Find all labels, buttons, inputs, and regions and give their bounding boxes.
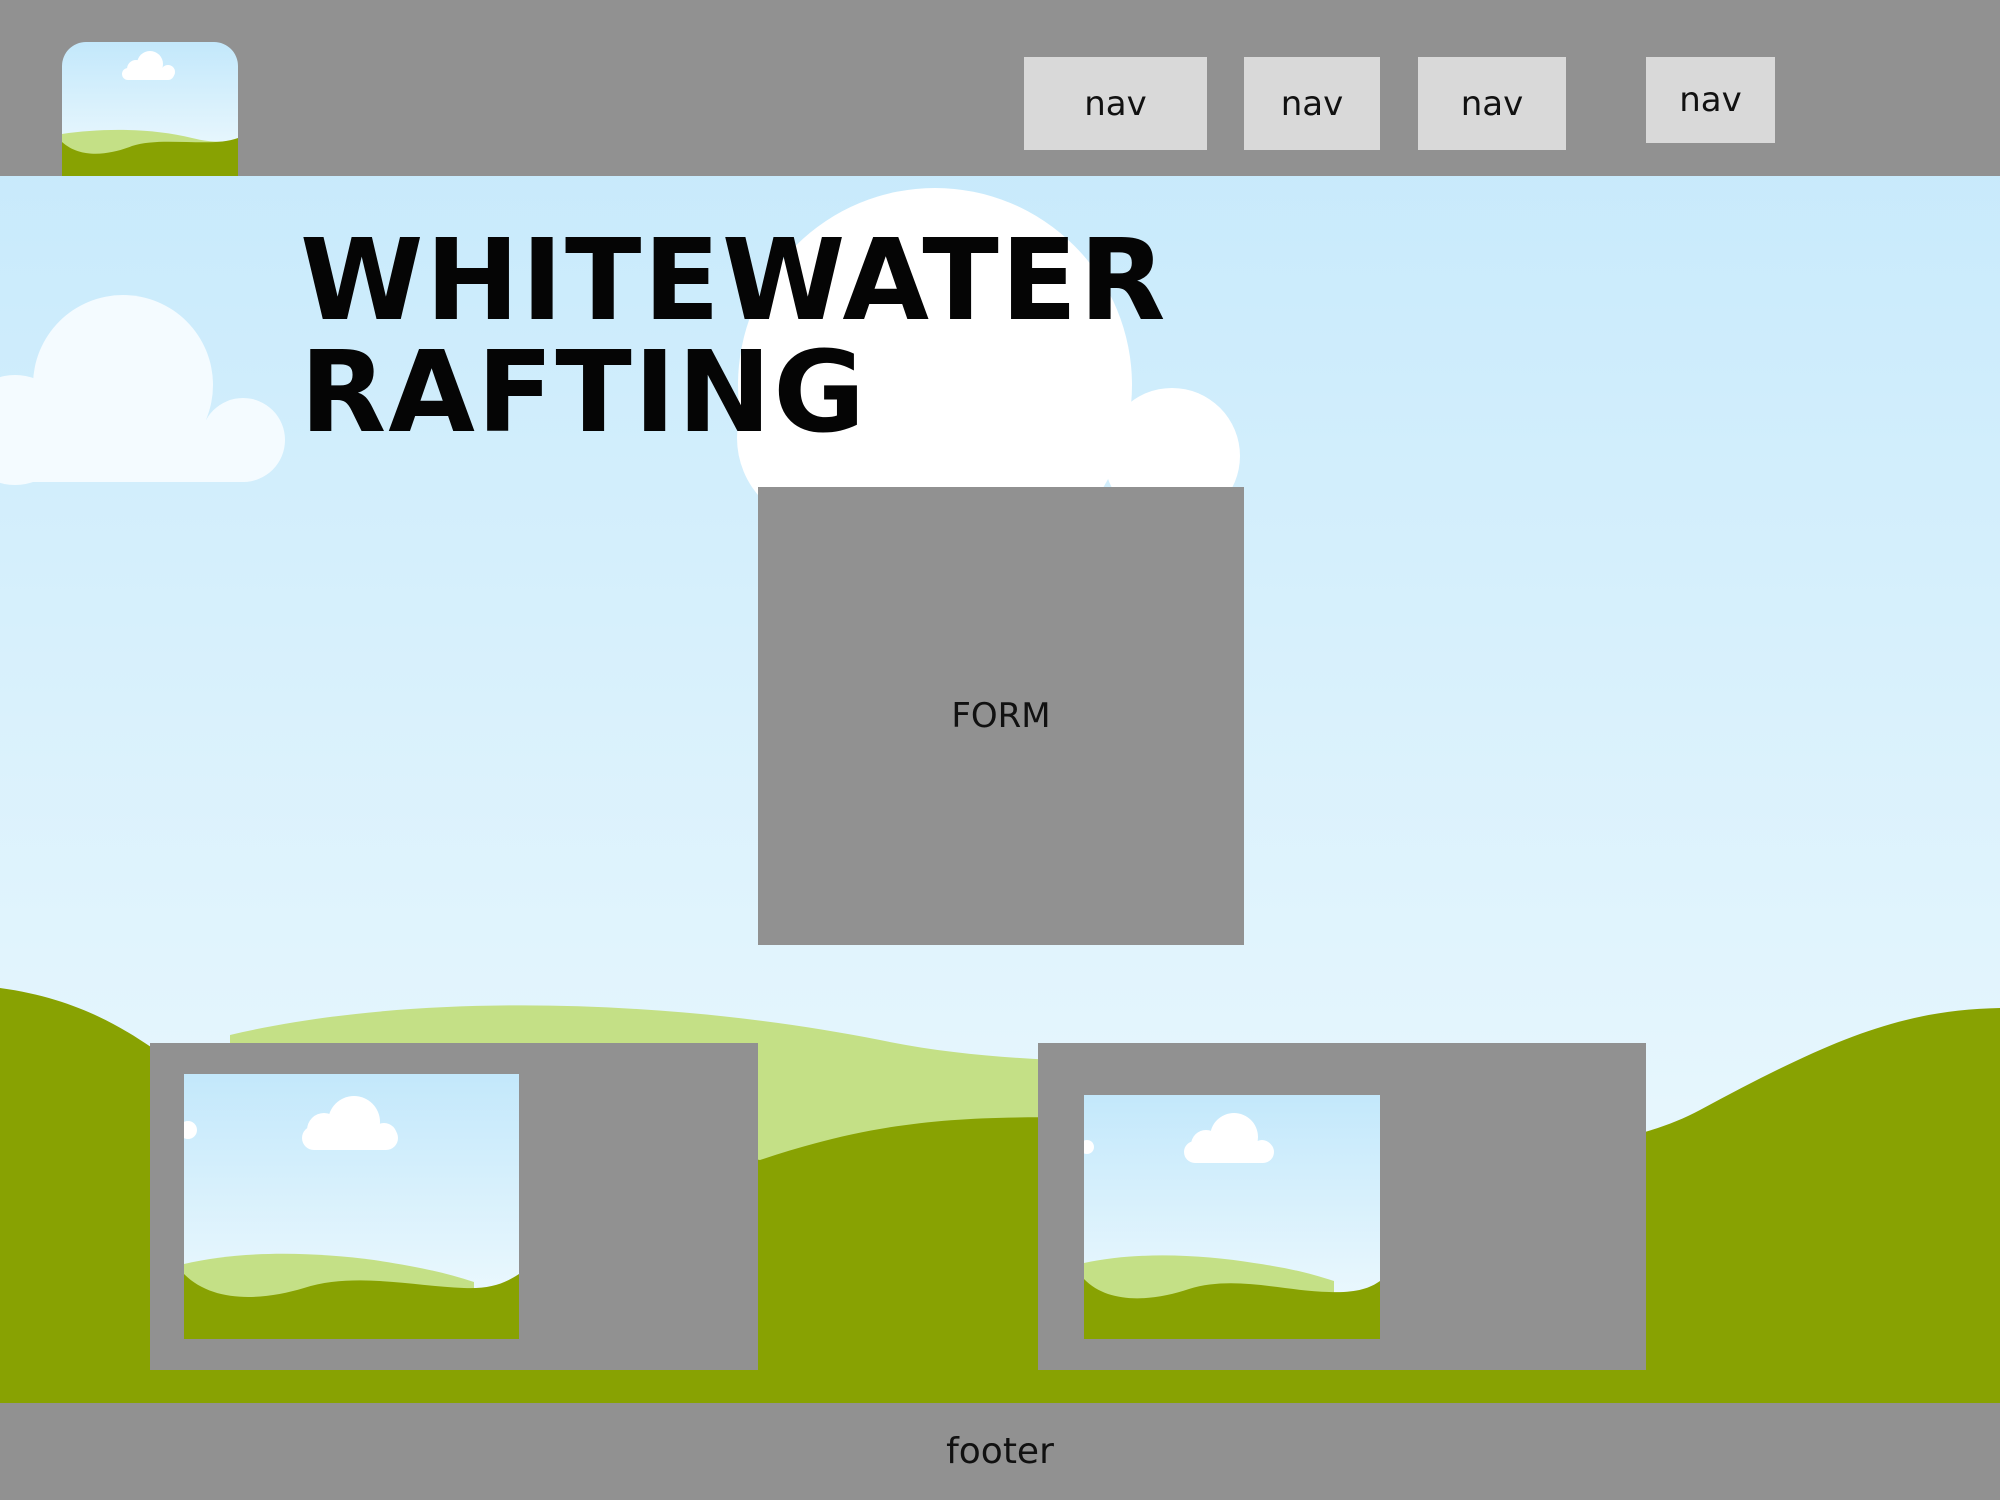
site-footer: footer [0, 1403, 2000, 1500]
card-image-2 [1084, 1095, 1380, 1339]
landscape-logo-icon [62, 42, 238, 176]
nav-link-1[interactable]: nav [1024, 57, 1207, 150]
nav-link-3[interactable]: nav [1418, 57, 1566, 150]
card-image-1 [184, 1074, 519, 1339]
form-label: FORM [951, 696, 1051, 736]
landscape-image-icon [1084, 1095, 1380, 1339]
image-card-1[interactable] [150, 1043, 758, 1370]
landscape-image-icon [184, 1074, 519, 1339]
page-title: WHITEWATER RAFTING [300, 216, 1168, 458]
nav-link-4[interactable]: nav [1646, 57, 1775, 143]
footer-label: footer [946, 1431, 1054, 1472]
form-placeholder[interactable]: FORM [758, 487, 1244, 945]
logo[interactable] [62, 42, 238, 176]
image-card-2[interactable] [1038, 1043, 1646, 1370]
nav-link-2[interactable]: nav [1244, 57, 1380, 150]
